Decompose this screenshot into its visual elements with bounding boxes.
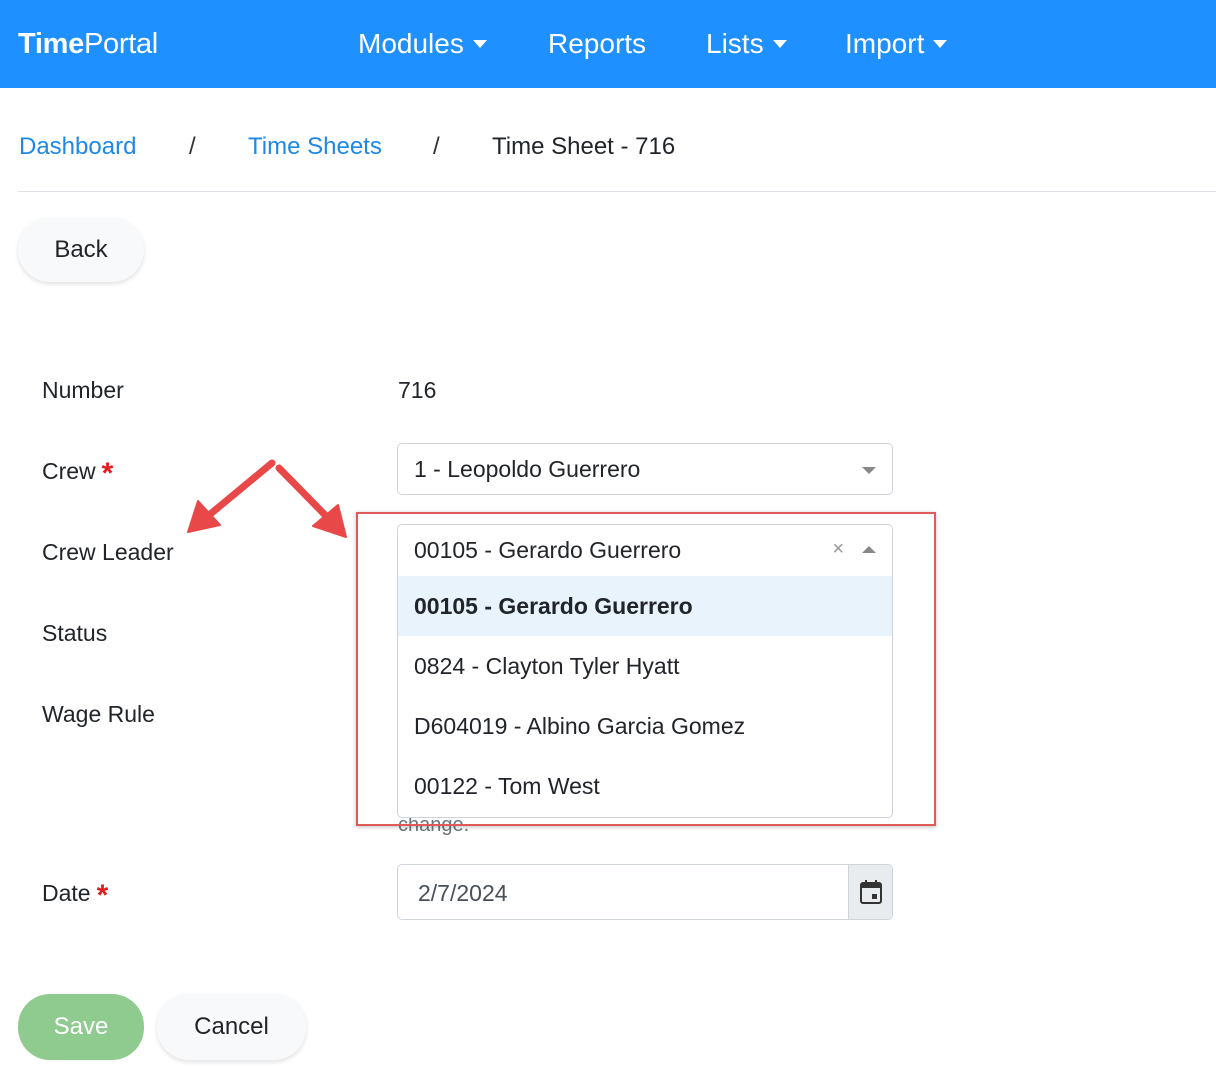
crew-select-value: 1 - Leopoldo Guerrero — [414, 456, 641, 482]
calendar-icon — [860, 880, 882, 904]
date-input-value: 2/7/2024 — [418, 880, 508, 906]
breadcrumb-divider — [18, 191, 1216, 192]
nav-reports-link[interactable]: Reports — [548, 24, 646, 64]
breadcrumb-dashboard-link[interactable]: Dashboard — [19, 128, 136, 166]
save-button[interactable]: Save — [18, 994, 144, 1060]
dropdown-option[interactable]: D604019 - Albino Garcia Gomez — [398, 696, 892, 756]
dropdown-option[interactable]: 00122 - Tom West — [398, 756, 892, 816]
caret-down-icon — [472, 40, 487, 48]
number-label: Number — [42, 377, 124, 403]
status-label: Status — [42, 620, 108, 646]
crew-leader-label: Crew Leader — [42, 539, 174, 565]
crew-select[interactable]: 1 - Leopoldo Guerrero — [397, 443, 893, 495]
dropdown-option[interactable]: 0824 - Clayton Tyler Hyatt — [398, 636, 892, 696]
crew-leader-select[interactable]: 00105 - Gerardo Guerrero × — [397, 524, 893, 577]
required-asterisk: * — [101, 457, 114, 490]
nav-modules-label: Modules — [358, 28, 464, 59]
top-navbar: TimePortal Modules Reports Lists Import — [0, 0, 1216, 88]
required-asterisk: * — [96, 879, 109, 912]
breadcrumb-separator: / — [433, 133, 440, 160]
crew-leader-dropdown-list: 00105 - Gerardo Guerrero 0824 - Clayton … — [397, 576, 893, 818]
breadcrumb-time-sheets-link[interactable]: Time Sheets — [248, 128, 382, 166]
nav-reports-label: Reports — [548, 28, 647, 59]
nav-lists-label: Lists — [706, 28, 764, 59]
date-picker-button[interactable] — [848, 865, 892, 919]
brand-logo[interactable]: TimePortal — [18, 24, 158, 64]
crew-label-text: Crew — [42, 458, 96, 484]
breadcrumb-separator: / — [189, 133, 196, 160]
clear-selection-icon[interactable]: × — [832, 535, 844, 563]
cancel-button[interactable]: Cancel — [157, 994, 306, 1060]
wage-rule-label: Wage Rule — [42, 701, 155, 727]
dropdown-option[interactable]: 00105 - Gerardo Guerrero — [398, 576, 892, 636]
breadcrumb-current-page: Time Sheet - 716 — [492, 133, 676, 160]
brand-bold-text: Time — [18, 28, 84, 60]
chevron-down-icon — [862, 467, 876, 474]
date-input[interactable]: 2/7/2024 — [397, 864, 893, 920]
nav-import-label: Import — [845, 28, 925, 59]
brand-rest-text: Portal — [83, 28, 158, 60]
crew-leader-select-value: 00105 - Gerardo Guerrero — [414, 537, 682, 563]
date-label: Date * — [42, 875, 109, 912]
nav-modules-dropdown[interactable]: Modules — [358, 24, 487, 64]
chevron-up-icon — [862, 546, 876, 553]
caret-down-icon — [772, 40, 787, 48]
back-button[interactable]: Back — [18, 218, 144, 282]
caret-down-icon — [933, 40, 948, 48]
nav-lists-dropdown[interactable]: Lists — [706, 24, 787, 64]
number-value: 716 — [398, 377, 437, 403]
nav-import-dropdown[interactable]: Import — [845, 24, 948, 64]
crew-label: Crew * — [42, 453, 114, 490]
date-label-text: Date — [42, 880, 91, 906]
